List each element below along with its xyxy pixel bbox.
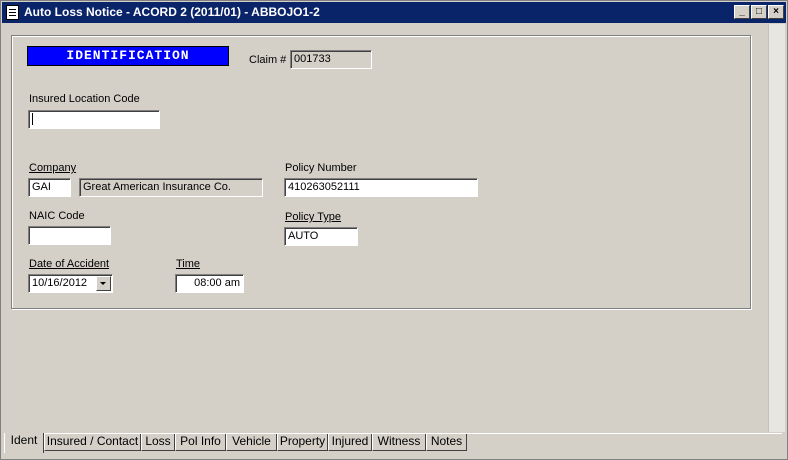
close-icon[interactable]: × (768, 5, 784, 19)
time-input[interactable]: 08:00 am (175, 274, 244, 293)
vertical-scrollbar[interactable] (768, 24, 785, 432)
claim-label: Claim # (249, 54, 287, 66)
section-header: IDENTIFICATION (27, 46, 229, 66)
claim-number-field: 001733 (290, 50, 372, 69)
tab-ident[interactable]: Ident (4, 433, 44, 453)
insured-location-label: Insured Location Code (29, 93, 140, 105)
policy-number-input[interactable]: 410263052111 (284, 178, 478, 197)
maximize-icon[interactable]: □ (751, 5, 767, 19)
insured-location-input[interactable] (28, 110, 160, 129)
window-title: Auto Loss Notice - ACORD 2 (2011/01) - A… (24, 5, 320, 19)
tab-loss[interactable]: Loss (141, 434, 175, 451)
company-name-field: Great American Insurance Co. (79, 178, 263, 197)
naic-code-input[interactable] (28, 226, 111, 245)
tab-insured-contact[interactable]: Insured / Contact (44, 434, 141, 451)
tab-notes[interactable]: Notes (426, 434, 467, 451)
document-icon (6, 5, 19, 20)
minimize-icon[interactable]: _ (734, 5, 750, 19)
tab-injured[interactable]: Injured (328, 434, 372, 451)
naic-code-label: NAIC Code (29, 210, 85, 222)
company-label: Company (29, 162, 77, 174)
policy-type-input[interactable]: AUTO (284, 227, 358, 246)
date-of-accident-label: Date of Accident (29, 258, 110, 270)
title-bar[interactable]: Auto Loss Notice - ACORD 2 (2011/01) - A… (2, 2, 786, 23)
date-of-accident-picker[interactable]: 10/16/2012 (28, 274, 113, 293)
policy-number-label: Policy Number (285, 162, 357, 174)
date-of-accident-value: 10/16/2012 (32, 277, 88, 289)
text-cursor (32, 113, 33, 125)
tab-vehicle[interactable]: Vehicle (226, 434, 277, 451)
time-label: Time (176, 258, 201, 270)
chevron-down-icon[interactable] (96, 276, 111, 291)
company-code-input[interactable]: GAI (28, 178, 71, 197)
tab-property[interactable]: Property (277, 434, 328, 451)
identification-panel (11, 35, 751, 309)
tab-pol-info[interactable]: Pol Info (175, 434, 226, 451)
tab-witness[interactable]: Witness (372, 434, 426, 451)
policy-type-label: Policy Type (285, 211, 342, 223)
